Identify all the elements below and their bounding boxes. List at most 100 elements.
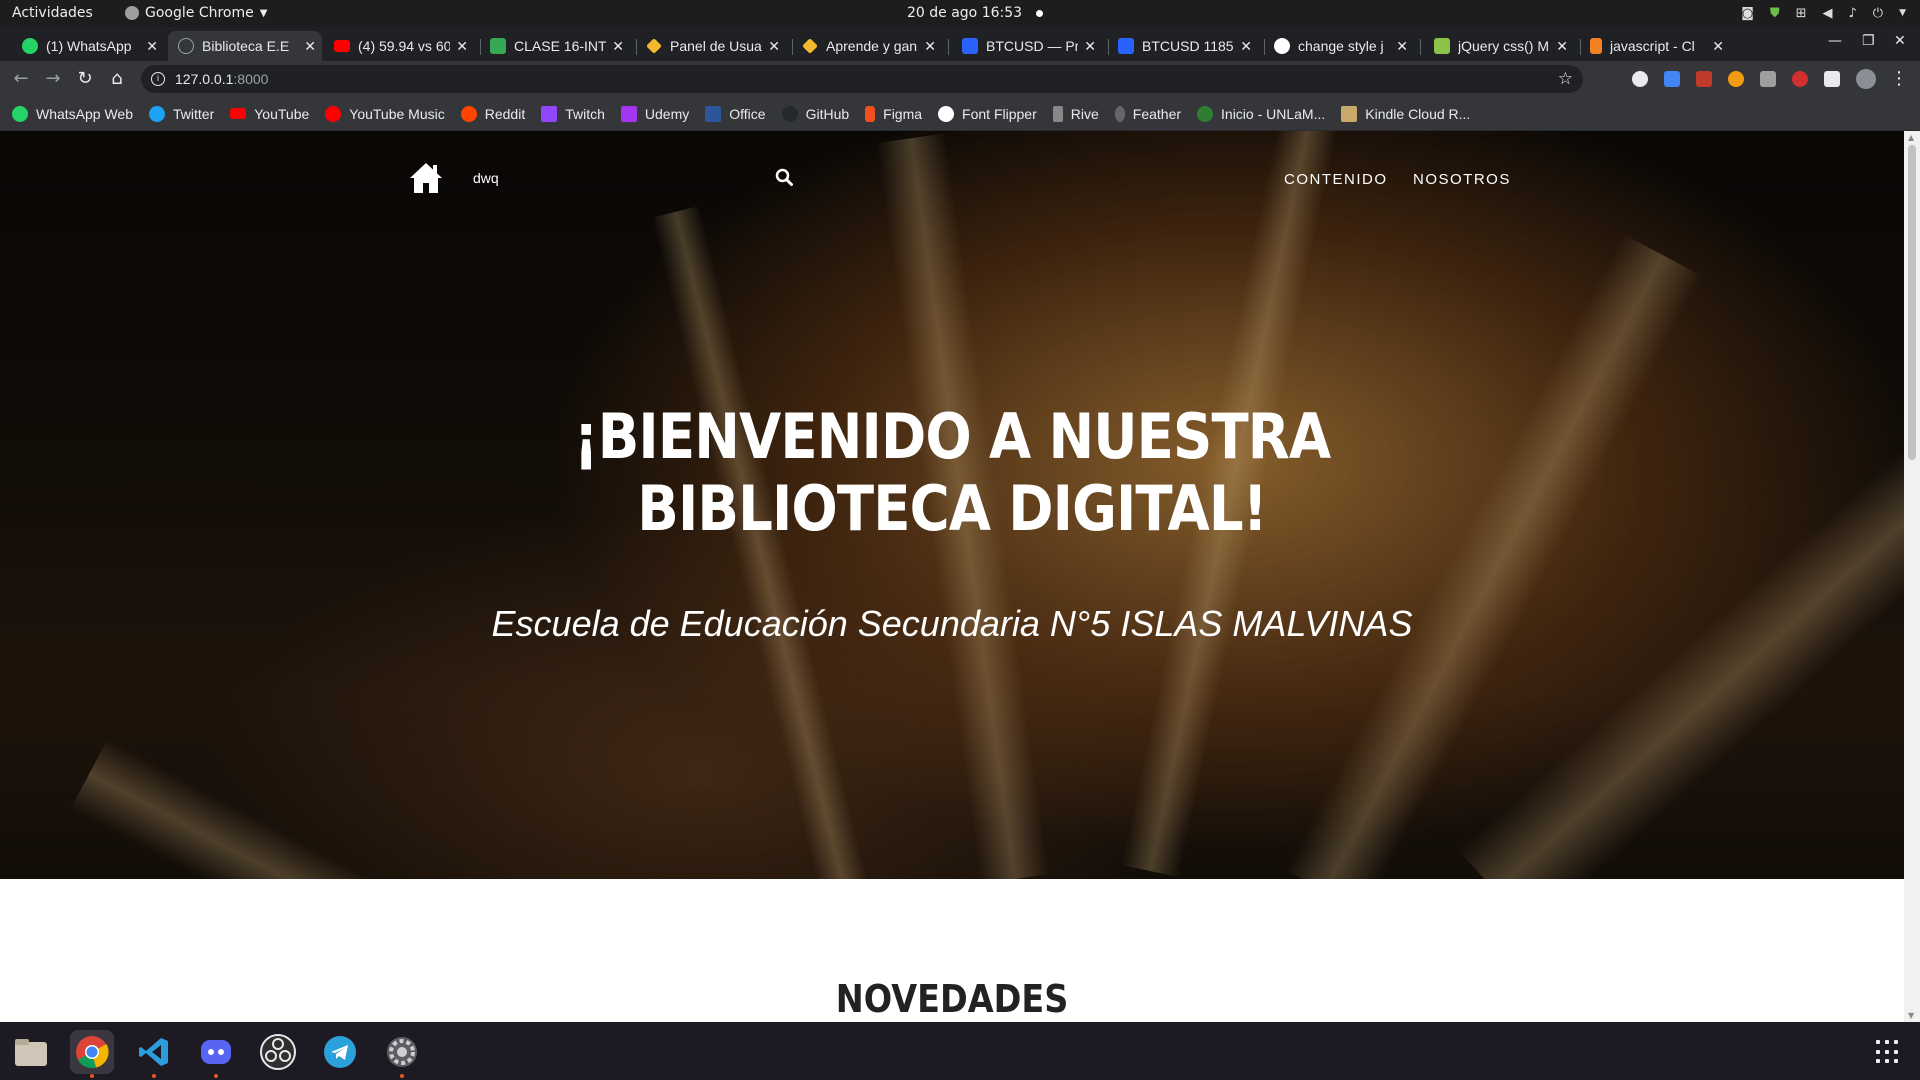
close-icon[interactable]: ✕ (1396, 38, 1408, 55)
bookmark-label: Reddit (484, 105, 526, 122)
running-indicator (400, 1074, 404, 1078)
bookmark-reddit[interactable]: Reddit (460, 105, 526, 122)
hero-title: ¡BIENVENIDO A NUESTRA BIBLIOTECA DIGITAL… (424, 401, 1480, 545)
discord-tray-icon[interactable]: ◙ (1741, 6, 1754, 21)
tab-whatsapp[interactable]: (1) WhatsApp ✕ (12, 31, 164, 61)
unlam-icon (1197, 105, 1214, 122)
close-icon[interactable]: ✕ (612, 38, 624, 55)
bookmark-figma[interactable]: Figma (865, 105, 923, 122)
close-icon[interactable]: ✕ (1712, 38, 1724, 55)
nav-link-nosotros[interactable]: NOSOTROS (1413, 171, 1511, 188)
tab-panel-usuario[interactable]: Panel de Usua ✕ (636, 31, 786, 61)
tab-title: BTCUSD — Pr (986, 38, 1079, 54)
vscode-icon[interactable] (132, 1030, 176, 1078)
tab-aprende[interactable]: Aprende y gan ✕ (792, 31, 942, 61)
search-icon[interactable] (775, 168, 793, 186)
close-icon[interactable]: ✕ (456, 38, 468, 55)
telegram-icon[interactable] (318, 1030, 362, 1074)
bookmark-label: Rive (1070, 105, 1099, 122)
back-button[interactable]: ← (10, 68, 32, 89)
bookmark-label: Figma (883, 105, 923, 122)
app-menu[interactable]: Google Chrome ▼ (125, 5, 267, 21)
scrollbar-thumb[interactable] (1908, 145, 1916, 460)
bookmark-label: Kindle Cloud R... (1365, 105, 1471, 122)
tab-clase[interactable]: CLASE 16-INTE ✕ (480, 31, 630, 61)
close-icon[interactable]: ✕ (1240, 38, 1252, 55)
nav-link-contenido[interactable]: CONTENIDO (1284, 171, 1388, 188)
bookmark-udemy[interactable]: Udemy (620, 105, 689, 122)
tab-stackoverflow[interactable]: javascript - Cl ✕ (1580, 31, 1730, 61)
close-icon[interactable]: ✕ (768, 38, 780, 55)
bookmark-office[interactable]: Office (705, 105, 766, 122)
activities-button[interactable]: Actividades (12, 5, 93, 21)
bookmark-feather[interactable]: Feather (1114, 105, 1182, 122)
settings-icon[interactable] (380, 1030, 424, 1078)
extensions-puzzle-icon[interactable] (1824, 71, 1840, 87)
bookmark-unlam[interactable]: Inicio - UNLaM... (1197, 105, 1325, 122)
home-button[interactable]: ⌂ (106, 68, 128, 89)
show-applications-icon[interactable] (1876, 1040, 1900, 1064)
microphone-icon[interactable]: ♪ (1848, 6, 1856, 21)
clock[interactable]: 20 de ago 16:53 (907, 5, 1044, 21)
network-icon[interactable]: ⊞ (1796, 6, 1807, 21)
extension-colorpicker-icon[interactable] (1632, 71, 1648, 87)
tab-btcusd-1[interactable]: BTCUSD — Pr ✕ (952, 31, 1102, 61)
reload-button[interactable]: ↻ (74, 68, 96, 89)
taskbar-dock (0, 1022, 1920, 1080)
tab-google-search[interactable]: change style j ✕ (1264, 31, 1414, 61)
bookmark-youtube[interactable]: YouTube (230, 106, 309, 122)
bookmark-github[interactable]: GitHub (781, 105, 849, 122)
minimize-button[interactable]: — (1828, 33, 1842, 49)
web-page: dwq CONTENIDO NOSOTROS ¡BIENVENIDO A NUE… (0, 131, 1904, 1022)
chevron-down-icon[interactable]: ▼ (1899, 8, 1906, 18)
close-icon[interactable]: ✕ (924, 38, 936, 55)
scroll-down-icon[interactable]: ▼ (1908, 1011, 1914, 1020)
adblock-icon[interactable] (1696, 71, 1712, 87)
profile-avatar[interactable] (1856, 69, 1876, 89)
system-tray: ◙ ⛊ ⊞ ◀ ♪ ⏻ ▼ (1741, 3, 1906, 23)
shield-tray-icon[interactable]: ⛊ (1770, 6, 1780, 21)
novedades-heading: NOVEDADES (835, 977, 1069, 1021)
tab-btcusd-2[interactable]: BTCUSD 1185 ✕ (1108, 31, 1258, 61)
bookmark-star-icon[interactable]: ☆ (1558, 65, 1573, 93)
bookmark-kindle[interactable]: Kindle Cloud R... (1341, 105, 1471, 122)
bookmark-youtube-music[interactable]: YouTube Music (325, 105, 445, 122)
discord-icon[interactable] (194, 1030, 238, 1078)
tab-youtube[interactable]: (4) 59.94 vs 60 ✕ (324, 31, 474, 61)
volume-icon[interactable]: ◀ (1822, 6, 1832, 21)
forward-button[interactable]: → (42, 68, 64, 89)
bookmark-whatsapp[interactable]: WhatsApp Web (12, 105, 133, 122)
reddit-icon (460, 105, 477, 122)
close-icon[interactable]: ✕ (304, 38, 316, 55)
address-bar[interactable]: i 127.0.0.1:8000 ☆ (141, 65, 1583, 93)
google-icon (1274, 38, 1290, 54)
translate-icon[interactable] (1664, 71, 1680, 87)
chrome-icon[interactable] (70, 1030, 114, 1078)
maximize-button[interactable]: ❐ (1862, 33, 1875, 49)
bookmark-rive[interactable]: Rive (1052, 105, 1099, 122)
close-window-button[interactable]: ✕ (1894, 33, 1906, 49)
url-host: 127.0.0.1 (175, 71, 234, 87)
power-icon[interactable]: ⏻ (1873, 6, 1883, 21)
bookmark-twitter[interactable]: Twitter (149, 105, 214, 122)
site-search-input[interactable]: dwq (470, 163, 800, 193)
bookmark-twitch[interactable]: Twitch (541, 105, 605, 122)
info-icon[interactable]: i (151, 72, 165, 86)
close-icon[interactable]: ✕ (1084, 38, 1096, 55)
extension-icon[interactable] (1760, 71, 1776, 87)
files-icon[interactable] (9, 1030, 53, 1074)
home-icon[interactable] (408, 161, 444, 195)
tab-biblioteca[interactable]: Biblioteca E.E ✕ (168, 31, 322, 61)
page-scrollbar[interactable]: ▲ ▼ (1904, 131, 1920, 1022)
chrome-menu-icon[interactable]: ⋮ (1888, 68, 1910, 89)
tab-jquery[interactable]: jQuery css() M ✕ (1424, 31, 1574, 61)
close-icon[interactable]: ✕ (1556, 38, 1568, 55)
bookmark-label: Feather (1132, 105, 1182, 122)
extension-icon[interactable] (1728, 71, 1744, 87)
obs-icon[interactable] (256, 1030, 300, 1074)
scroll-up-icon[interactable]: ▲ (1908, 133, 1914, 142)
extension-icon[interactable] (1792, 71, 1808, 87)
bookmark-font-flipper[interactable]: Font Flipper (938, 105, 1037, 122)
close-icon[interactable]: ✕ (146, 38, 158, 55)
tab-title: change style j (1298, 38, 1384, 54)
